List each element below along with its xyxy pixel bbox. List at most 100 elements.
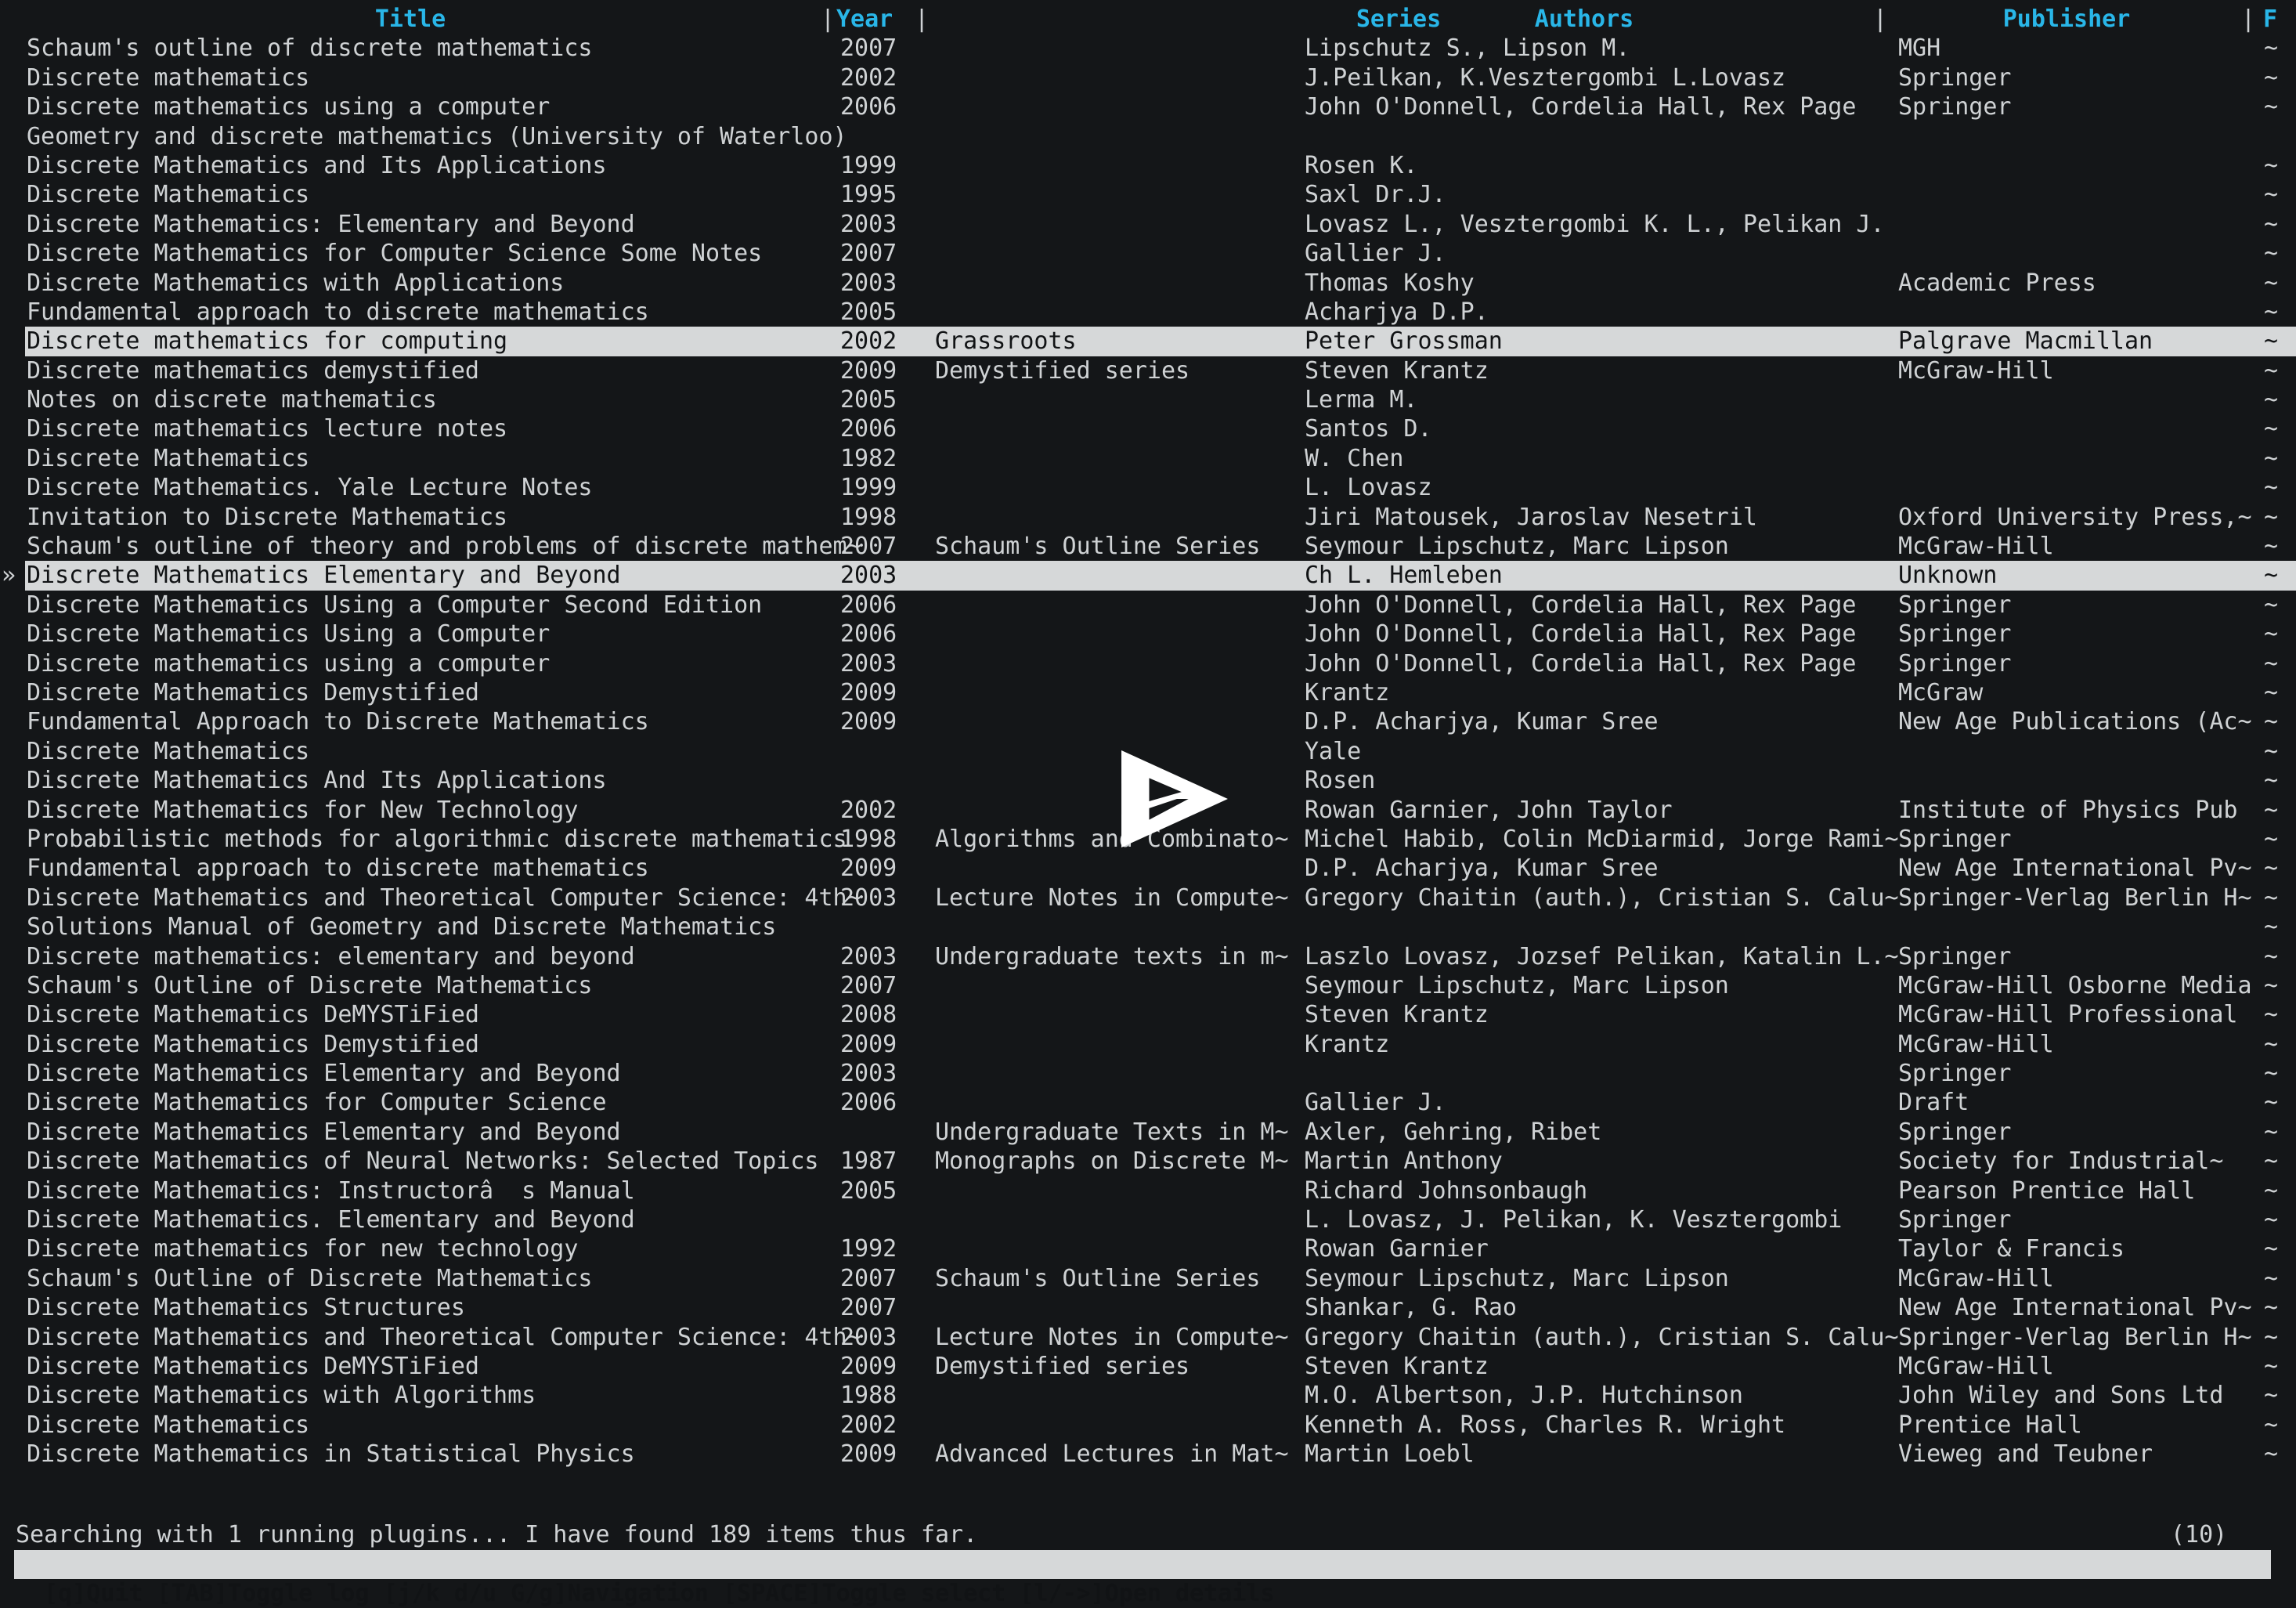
table-row[interactable]: Discrete Mathematics Demystified2009Kran…: [0, 678, 2296, 707]
table-row[interactable]: Discrete Mathematics Using a Computer200…: [0, 620, 2296, 649]
cell-publisher: Taylor & Francis: [1898, 1234, 2125, 1263]
cell-title: Discrete Mathematics Using a Computer: [27, 620, 550, 649]
table-row[interactable]: Discrete Mathematics And Its Application…: [0, 766, 2296, 795]
cell-publisher: Springer: [1898, 620, 2012, 649]
cell-publisher: McGraw-Hill: [1898, 532, 2054, 561]
table-row[interactable]: Discrete Mathematics1982W. Chen~: [0, 444, 2296, 473]
cell-year: 2007: [840, 971, 897, 1000]
cell-title: Discrete mathematics demystified: [27, 356, 479, 385]
table-row[interactable]: »Discrete Mathematics Elementary and Bey…: [0, 561, 2296, 590]
table-row[interactable]: Notes on discrete mathematics2005Lerma M…: [0, 385, 2296, 414]
table-row[interactable]: Discrete Mathematics Using a Computer Se…: [0, 591, 2296, 620]
cell-authors: Richard Johnsonbaugh: [1305, 1176, 1587, 1205]
table-row[interactable]: Discrete Mathematics and Its Application…: [0, 151, 2296, 180]
table-row[interactable]: Discrete Mathematics and Theoretical Com…: [0, 883, 2296, 912]
table-row[interactable]: Solutions Manual of Geometry and Discret…: [0, 912, 2296, 941]
table-row[interactable]: Schaum's outline of discrete mathematics…: [0, 34, 2296, 63]
cell-year: 2009: [840, 1030, 897, 1059]
table-row[interactable]: Discrete Mathematics for Computer Scienc…: [0, 1088, 2296, 1117]
table-row[interactable]: Discrete Mathematics Structures2007Shank…: [0, 1293, 2296, 1322]
table-row[interactable]: Fundamental Approach to Discrete Mathema…: [0, 707, 2296, 736]
cell-year: 2003: [840, 942, 897, 971]
cell-publisher: Vieweg and Teubner: [1898, 1440, 2153, 1469]
cell-authors: Steven Krantz: [1305, 1000, 1489, 1029]
cell-year: 2003: [840, 561, 897, 590]
table-row[interactable]: Invitation to Discrete Mathematics1998Ji…: [0, 503, 2296, 532]
cell-publisher: John Wiley and Sons Ltd: [1898, 1381, 2223, 1410]
cell-title: Discrete Mathematics and Its Application…: [27, 151, 607, 180]
cell-publisher: Unknown: [1898, 561, 1997, 590]
cell-year: 2003: [840, 269, 897, 298]
table-row[interactable]: Discrete MathematicsYale~: [0, 737, 2296, 766]
table-row[interactable]: Discrete Mathematics with Applications20…: [0, 269, 2296, 298]
cell-year: 2008: [840, 1000, 897, 1029]
column-header-year[interactable]: Year: [836, 5, 893, 34]
table-row[interactable]: Schaum's Outline of Discrete Mathematics…: [0, 971, 2296, 1000]
table-row[interactable]: Discrete mathematics lecture notes2006Sa…: [0, 414, 2296, 443]
table-row[interactable]: Discrete Mathematics for Computer Scienc…: [0, 239, 2296, 268]
table-row[interactable]: Discrete Mathematics1995Saxl Dr.J.~: [0, 180, 2296, 209]
terminal-screen: Title | Year | Series | Authors | Publis…: [0, 0, 2296, 1579]
cell-title: Fundamental Approach to Discrete Mathema…: [27, 707, 649, 736]
cell-year: 2003: [840, 1323, 897, 1352]
table-row[interactable]: Discrete Mathematics Elementary and Beyo…: [0, 1059, 2296, 1088]
cell-year: 1982: [840, 444, 897, 473]
table-row[interactable]: Fundamental approach to discrete mathema…: [0, 298, 2296, 327]
cell-flag: ~: [2264, 1059, 2278, 1088]
table-row[interactable]: Discrete Mathematics with Algorithms1988…: [0, 1381, 2296, 1410]
cell-title: Discrete Mathematics: [27, 180, 309, 209]
table-row[interactable]: Discrete mathematics for new technology1…: [0, 1234, 2296, 1263]
table-row[interactable]: Discrete Mathematics in Statistical Phys…: [0, 1440, 2296, 1469]
table-row[interactable]: Discrete Mathematics: Elementary and Bey…: [0, 210, 2296, 239]
column-header-authors[interactable]: Authors: [1300, 5, 1868, 34]
cell-flag: ~: [2264, 1352, 2278, 1381]
table-row[interactable]: Discrete mathematics using a computer200…: [0, 649, 2296, 678]
table-row[interactable]: Discrete Mathematics DeMYSTiFied2008Stev…: [0, 1000, 2296, 1029]
cell-year: 2002: [840, 63, 897, 92]
cell-authors: L. Lovasz, J. Pelikan, K. Vesztergombi: [1305, 1205, 1842, 1234]
table-row[interactable]: Discrete mathematics for computing2002Gr…: [0, 327, 2296, 356]
column-header-f[interactable]: F: [2263, 5, 2277, 34]
table-row[interactable]: Discrete Mathematics2002Kenneth A. Ross,…: [0, 1411, 2296, 1440]
table-row[interactable]: Discrete mathematics demystified2009Demy…: [0, 356, 2296, 385]
cell-year: 2003: [840, 883, 897, 912]
cell-year: 2009: [840, 356, 897, 385]
cell-title: Notes on discrete mathematics: [27, 385, 437, 414]
table-row[interactable]: Fundamental approach to discrete mathema…: [0, 854, 2296, 883]
cell-title: Schaum's outline of theory and problems …: [27, 532, 861, 561]
table-row[interactable]: Discrete Mathematics. Yale Lecture Notes…: [0, 473, 2296, 502]
table-row[interactable]: Discrete Mathematics Demystified2009Kran…: [0, 1030, 2296, 1059]
table-row[interactable]: Discrete mathematics: elementary and bey…: [0, 942, 2296, 971]
table-row[interactable]: Probabilistic methods for algorithmic di…: [0, 825, 2296, 854]
table-row[interactable]: Discrete Mathematics DeMYSTiFied2009Demy…: [0, 1352, 2296, 1381]
cell-flag: ~: [2264, 180, 2278, 209]
cell-series: Lecture Notes in Compute~: [935, 1323, 1289, 1352]
cell-title: Geometry and discrete mathematics (Unive…: [27, 122, 847, 151]
table-row[interactable]: Discrete Mathematics and Theoretical Com…: [0, 1323, 2296, 1352]
cell-year: 2003: [840, 1059, 897, 1088]
column-header-publisher[interactable]: Publisher: [1895, 5, 2238, 34]
cell-authors: Lovasz L., Vesztergombi K. L., Pelikan J…: [1305, 210, 1885, 239]
table-row[interactable]: Discrete mathematics2002J.Peilkan, K.Ves…: [0, 63, 2296, 92]
table-row[interactable]: Discrete Mathematics. Elementary and Bey…: [0, 1205, 2296, 1234]
status-counter: (10): [2171, 1520, 2227, 1549]
table-row[interactable]: Discrete Mathematics of Neural Networks:…: [0, 1147, 2296, 1176]
cell-series: Grassroots: [935, 327, 1077, 356]
cell-publisher: Palgrave Macmillan: [1898, 327, 2153, 356]
column-header-title[interactable]: Title: [0, 5, 821, 34]
cell-authors: Krantz: [1305, 1030, 1389, 1059]
cell-year: 2002: [840, 1411, 897, 1440]
results-list[interactable]: Schaum's outline of discrete mathematics…: [0, 34, 2296, 1469]
cell-authors: Rowan Garnier, John Taylor: [1305, 796, 1673, 825]
table-row[interactable]: Discrete Mathematics Elementary and Beyo…: [0, 1118, 2296, 1147]
cell-flag: ~: [2264, 883, 2278, 912]
table-row[interactable]: Schaum's outline of theory and problems …: [0, 532, 2296, 561]
table-row[interactable]: Discrete mathematics using a computer200…: [0, 92, 2296, 121]
table-row[interactable]: Discrete Mathematics for New Technology2…: [0, 796, 2296, 825]
cell-title: Invitation to Discrete Mathematics: [27, 503, 507, 532]
table-row[interactable]: Geometry and discrete mathematics (Unive…: [0, 122, 2296, 151]
table-row[interactable]: Schaum's Outline of Discrete Mathematics…: [0, 1264, 2296, 1293]
cell-title: Discrete Mathematics: [27, 444, 309, 473]
table-row[interactable]: Discrete Mathematics: Instructorâ s Manu…: [0, 1176, 2296, 1205]
cell-title: Probabilistic methods for algorithmic di…: [27, 825, 847, 854]
